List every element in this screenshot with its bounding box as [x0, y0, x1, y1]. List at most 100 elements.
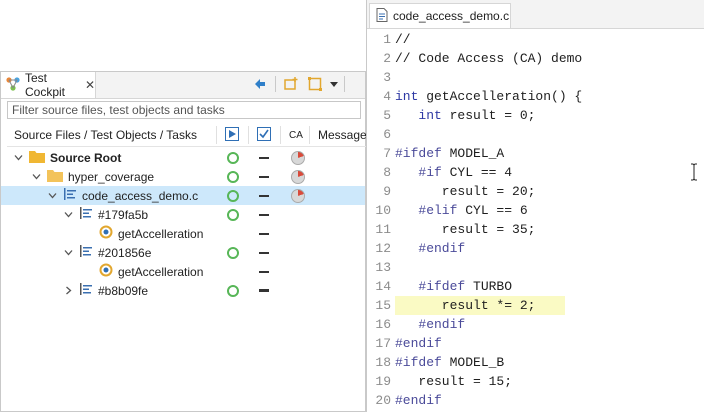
column-divider	[280, 126, 281, 144]
line-text: //	[395, 32, 411, 47]
dash-icon	[259, 194, 269, 197]
line-number: 7	[383, 146, 391, 161]
column-header-execute[interactable]	[225, 124, 239, 146]
line-text: int getAccelleration() {	[395, 89, 583, 104]
cockpit-toolbar	[251, 75, 345, 93]
dash-icon	[259, 251, 269, 254]
folder-icon	[29, 150, 45, 166]
tab-code-access-demo[interactable]: code_access_demo.c	[369, 3, 511, 28]
test-object-icon	[79, 282, 93, 299]
line-number: 9	[383, 184, 391, 199]
line-number: 5	[383, 108, 391, 123]
test-cockpit-tabbar: Test Cockpit ✕	[1, 71, 365, 99]
tree-row-test-object[interactable]: #b8b09fe	[1, 281, 365, 300]
code-line: 15 result *= 2;	[367, 296, 703, 315]
line-number: 13	[375, 260, 391, 275]
tree-row-function[interactable]: getAccelleration	[1, 224, 365, 243]
line-text: #if CYL == 4	[418, 165, 513, 180]
code-line: 4 int getAccelleration() {	[367, 87, 703, 106]
tree-row-test-object[interactable]: #201856e	[1, 243, 365, 262]
column-divider	[248, 126, 249, 144]
code-line: 17 #endif	[367, 334, 703, 353]
line-text: // Code Access (CA) demo	[395, 51, 583, 66]
dash-icon	[259, 232, 269, 235]
line-number: 19	[375, 374, 391, 389]
tree-row-code-access-demo[interactable]: code_access_demo.c	[1, 186, 365, 205]
column-header-messages[interactable]: Message	[318, 124, 367, 146]
test-cockpit-icon	[5, 76, 21, 95]
test-object-icon	[79, 244, 93, 261]
line-number: 1	[383, 32, 391, 47]
toolbar-separator	[275, 76, 276, 92]
column-header-check[interactable]	[257, 124, 271, 146]
code-line: 2 // Code Access (CA) demo	[367, 49, 703, 68]
tree-node-label: getAccelleration	[118, 226, 204, 241]
code-line: 19 result = 15;	[367, 372, 703, 391]
tree-node-label: getAccelleration	[118, 264, 204, 279]
new-folder-button[interactable]	[282, 75, 300, 93]
tree-row-source-root[interactable]: Source Root	[1, 148, 365, 167]
sync-button[interactable]	[251, 75, 269, 93]
tree-node-label: #201856e	[98, 245, 152, 260]
expand-toggle-icon[interactable]	[31, 167, 41, 186]
text-cursor-icon	[691, 163, 697, 181]
tree-node-label: code_access_demo.c	[82, 188, 199, 203]
chevron-down-icon[interactable]	[330, 75, 338, 93]
line-number: 18	[375, 355, 391, 370]
column-header-ca[interactable]: CA	[289, 124, 303, 146]
tree-row-hyper-coverage[interactable]: hyper_coverage	[1, 167, 365, 186]
filter-input[interactable]	[7, 101, 361, 119]
line-number: 17	[375, 336, 391, 351]
code-line: 10 #elif CYL == 6	[367, 201, 703, 220]
line-text: #endif	[418, 241, 466, 256]
line-number: 11	[375, 222, 391, 237]
expand-toggle-icon[interactable]	[47, 186, 57, 205]
line-text: #endif	[395, 393, 442, 408]
function-icon	[99, 225, 113, 242]
function-icon	[99, 263, 113, 280]
select-frame-button[interactable]	[306, 75, 324, 93]
tree-node-label: Source Root	[50, 150, 122, 165]
status-ring-icon	[227, 246, 239, 259]
tree-node-label: hyper_coverage	[68, 169, 155, 184]
code-line: 6	[367, 125, 703, 144]
close-icon[interactable]: ✕	[85, 78, 95, 92]
status-ring-icon	[227, 151, 239, 164]
checkbox-icon	[257, 126, 271, 144]
tree-row-function[interactable]: getAccelleration	[1, 262, 365, 281]
toolbar-separator	[344, 76, 345, 92]
dash-icon	[259, 270, 269, 273]
line-number: 4	[383, 89, 391, 104]
dash-icon	[259, 213, 269, 216]
expand-toggle-icon[interactable]	[13, 148, 23, 167]
test-cockpit-panel: Test Cockpit ✕ Source Files / Test Objec…	[0, 71, 367, 412]
expand-toggle-icon[interactable]	[63, 243, 73, 262]
line-text: #ifdef MODEL_B	[395, 355, 505, 370]
code-line: 12 #endif	[367, 239, 703, 258]
line-number: 12	[375, 241, 391, 256]
line-text: #ifdef TURBO	[418, 279, 513, 294]
line-number: 16	[375, 317, 391, 332]
line-text: int result = 0;	[418, 108, 536, 123]
line-number: 20	[375, 393, 391, 408]
tree-header: Source Files / Test Objects / Tasks CA M…	[7, 124, 367, 147]
column-header-name[interactable]: Source Files / Test Objects / Tasks	[14, 124, 197, 146]
ca-pie-icon	[291, 188, 305, 203]
code-line: 8 #if CYL == 4	[367, 163, 703, 182]
dash-icon	[259, 289, 269, 292]
line-number: 3	[383, 70, 391, 85]
code-line: 5 int result = 0;	[367, 106, 703, 125]
c-file-icon	[376, 7, 388, 25]
dash-icon	[259, 175, 269, 178]
status-ring-icon	[227, 208, 239, 221]
code-editor-panel: code_access_demo.c 1 // 2 // Code Access (C…	[366, 0, 704, 412]
expand-toggle-icon[interactable]	[63, 205, 73, 224]
line-number: 6	[383, 127, 391, 142]
tree-row-test-object[interactable]: #179fa5b	[1, 205, 365, 224]
chevron-right-icon[interactable]	[63, 281, 73, 300]
line-number: 2	[383, 51, 391, 66]
ca-pie-icon	[291, 169, 305, 184]
tree-node-label: #b8b09fe	[98, 283, 149, 298]
code-line: 20 #endif	[367, 391, 703, 410]
tab-test-cockpit[interactable]: Test Cockpit ✕	[1, 71, 96, 99]
